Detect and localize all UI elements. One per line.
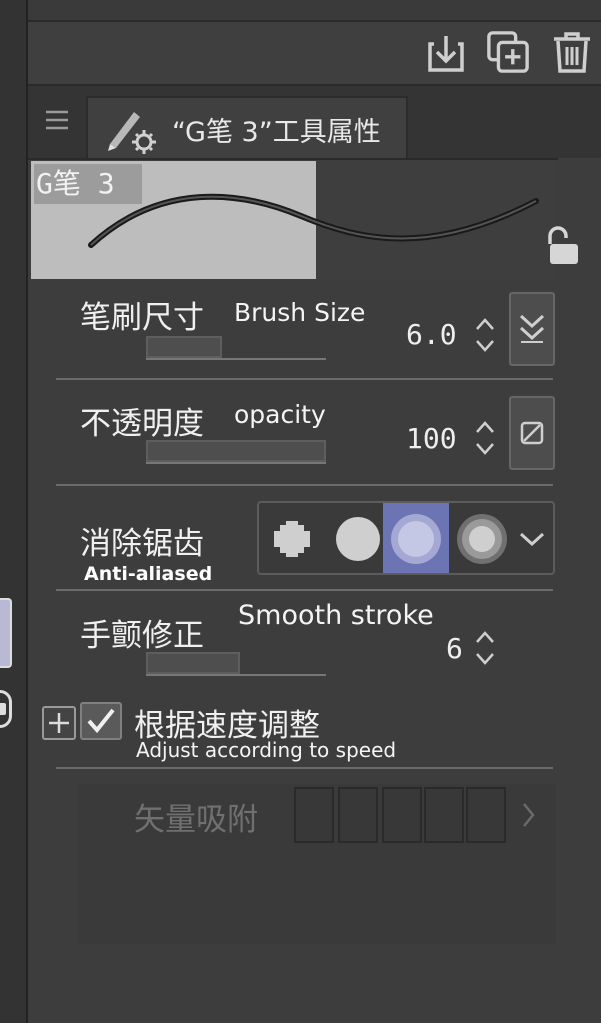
divider — [56, 484, 553, 486]
anti-alias-medium-option[interactable] — [383, 503, 449, 573]
left-panel-handle[interactable] — [0, 690, 12, 728]
slider-fill — [146, 440, 326, 462]
slider-track — [146, 462, 326, 464]
duplicate-button[interactable] — [486, 30, 530, 74]
tab-title: “G笔 3”工具属性 — [172, 117, 381, 148]
vector-snap-option[interactable] — [424, 787, 464, 843]
anti-alias-label: 消除锯齿 — [80, 526, 204, 562]
stabilization-slider[interactable] — [146, 652, 326, 678]
duplicate-icon — [487, 31, 529, 73]
opacity-slider[interactable] — [146, 440, 326, 466]
speed-adjust-label-en: Adjust according to speed — [136, 738, 397, 762]
top-strip — [28, 0, 601, 22]
opacity-pressure-button[interactable] — [509, 396, 555, 470]
anti-alias-strong-option[interactable] — [449, 503, 515, 573]
stabilization-spinner[interactable] — [474, 628, 496, 668]
pen-settings-icon — [104, 104, 158, 158]
disabled-icon — [520, 421, 544, 445]
circle-icon — [336, 517, 380, 561]
soft-circle-icon — [391, 514, 441, 564]
plus-icon — [49, 713, 69, 733]
soft-circle-icon — [457, 514, 507, 564]
vector-snap-checkbox[interactable] — [80, 790, 122, 836]
chevron-down-icon — [519, 532, 545, 547]
check-icon — [87, 708, 115, 734]
opacity-spinner[interactable] — [474, 418, 496, 458]
stabilization-value[interactable]: 6 — [446, 632, 463, 665]
slider-track — [146, 358, 326, 360]
vector-snap-option[interactable] — [466, 787, 506, 843]
unlock-icon[interactable] — [544, 226, 582, 270]
chevron-right-icon[interactable] — [516, 798, 540, 836]
anti-alias-dropdown[interactable] — [509, 503, 553, 573]
anti-alias-selector — [257, 501, 555, 575]
stabilization-label: 手颤修正 — [80, 618, 204, 654]
brush-size-slider[interactable] — [146, 336, 326, 362]
vector-snap-option[interactable] — [294, 787, 334, 843]
brush-size-label: 笔刷尺寸 — [80, 300, 204, 336]
stabilization-label-en: Smooth stroke — [238, 600, 434, 631]
brush-name-label: G笔 3 — [34, 164, 142, 204]
slider-track — [146, 674, 326, 676]
anti-alias-label-en: Anti-aliased — [84, 563, 213, 585]
trash-icon — [554, 32, 590, 73]
slider-fill — [146, 336, 222, 358]
left-panel-strip — [0, 0, 26, 1023]
vector-snap-label: 矢量吸附 — [134, 802, 258, 838]
delete-button[interactable] — [550, 30, 594, 74]
slider-fill — [146, 652, 240, 674]
expand-button[interactable] — [42, 706, 76, 740]
opacity-value[interactable]: 100 — [406, 422, 457, 455]
brush-size-label-en: Brush Size — [234, 298, 366, 327]
pressure-icon — [519, 314, 545, 343]
left-panel-tab[interactable] — [0, 598, 12, 668]
brush-size-pressure-button[interactable] — [509, 292, 555, 366]
opacity-label: 不透明度 — [80, 406, 204, 442]
import-icon — [428, 36, 464, 72]
brush-size-value[interactable]: 6.0 — [406, 318, 457, 351]
pixel-circle-icon — [274, 521, 310, 557]
anti-alias-weak-option[interactable] — [325, 503, 391, 573]
speed-adjust-checkbox[interactable] — [80, 702, 122, 740]
vector-snap-option[interactable] — [338, 787, 378, 843]
divider — [56, 767, 553, 769]
vector-snap-option[interactable] — [382, 787, 422, 843]
divider — [56, 589, 553, 591]
divider — [56, 378, 553, 380]
import-button[interactable] — [424, 30, 468, 74]
panel-border — [28, 158, 558, 160]
anti-alias-none-option[interactable] — [259, 503, 325, 573]
brush-size-spinner[interactable] — [474, 315, 496, 355]
menu-icon[interactable] — [44, 108, 70, 132]
opacity-label-en: opacity — [234, 400, 326, 429]
